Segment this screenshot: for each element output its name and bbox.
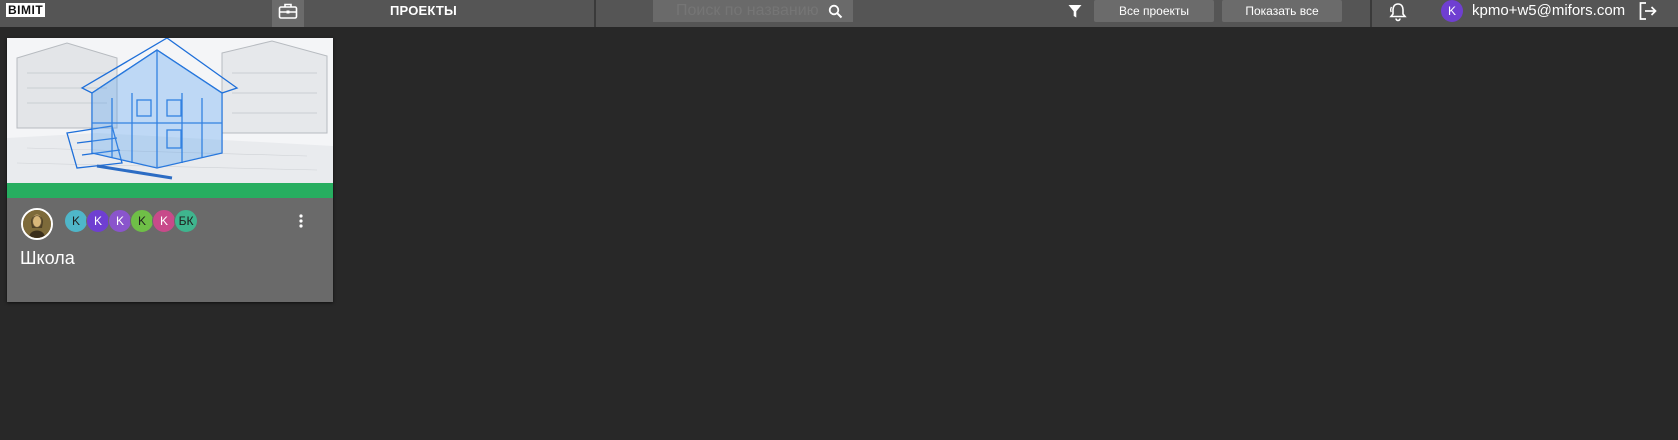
user-avatar[interactable]: K	[1441, 0, 1463, 22]
project-cover-image[interactable]	[7, 38, 333, 183]
owner-avatar[interactable]	[21, 208, 53, 240]
status-bar	[7, 183, 333, 198]
member-avatar[interactable]: БК	[174, 209, 198, 233]
header-divider	[1370, 0, 1372, 27]
member-avatar[interactable]: K	[152, 209, 176, 233]
member-avatar[interactable]: K	[108, 209, 132, 233]
member-avatar[interactable]: K	[86, 209, 110, 233]
project-card[interactable]: K K K K K БК Школа	[7, 38, 333, 302]
search-icon[interactable]	[828, 4, 843, 19]
all-projects-button[interactable]: Все проекты	[1094, 0, 1214, 22]
bell-icon[interactable]	[1389, 2, 1407, 22]
briefcase-icon	[278, 2, 298, 25]
filter-icon[interactable]	[1068, 4, 1082, 19]
more-vert-icon[interactable]	[299, 214, 303, 228]
top-bar: BIMIT ПРОЕКТЫ Все проекты Показать все	[0, 0, 1678, 27]
search-box[interactable]	[653, 0, 853, 22]
page-title: ПРОЕКТЫ	[390, 3, 457, 18]
app-logo[interactable]: BIMIT	[6, 3, 46, 17]
logout-icon[interactable]	[1638, 1, 1658, 21]
header-divider	[594, 0, 596, 27]
show-all-button[interactable]: Показать все	[1222, 0, 1342, 22]
member-avatar[interactable]: K	[130, 209, 154, 233]
project-members: K K K K K БК	[64, 209, 198, 233]
briefcase-button[interactable]	[272, 0, 304, 27]
user-email[interactable]: kpmo+w5@mifors.com	[1472, 2, 1625, 19]
project-name[interactable]: Школа	[20, 248, 75, 269]
member-avatar[interactable]: K	[64, 209, 88, 233]
search-input[interactable]	[676, 2, 826, 20]
